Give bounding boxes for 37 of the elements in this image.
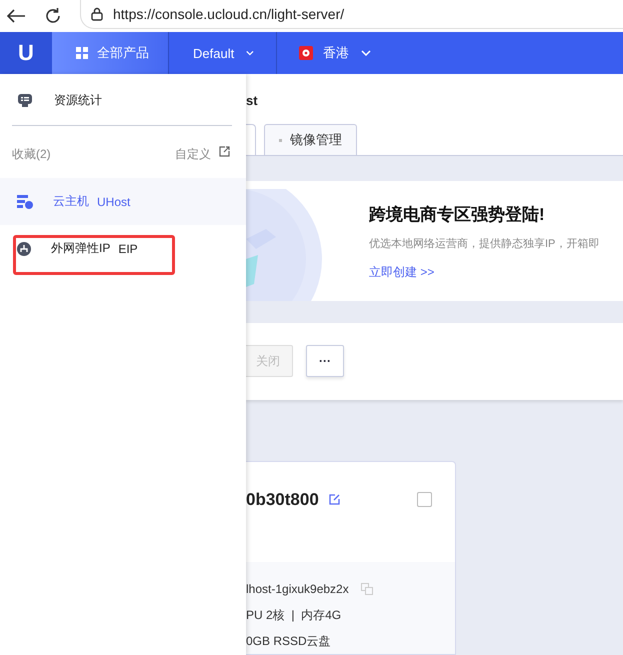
favorite-name: 云主机	[53, 193, 89, 210]
instance-id: lhost-1gixuk9ebz2x	[246, 582, 349, 596]
banner-description: 优选本地网络运营商，提供静态独享IP，开箱即	[369, 236, 600, 252]
network-icon	[17, 242, 31, 256]
monitor-icon	[18, 94, 32, 107]
favorites-label: 收藏(2)	[12, 146, 51, 163]
chevron-down-icon	[361, 50, 371, 56]
reload-icon[interactable]	[44, 7, 62, 25]
favorite-item[interactable]: 云主机 UHost	[0, 178, 246, 225]
favorite-code: EIP	[118, 242, 138, 256]
favorite-name: 外网弹性IP	[51, 240, 110, 257]
page-title: st	[246, 93, 259, 108]
server-icon	[17, 194, 33, 208]
disk-text: 0GB RSSD云盘	[246, 632, 332, 650]
banner-title: 跨境电商专区强势登陆!	[369, 204, 546, 226]
logo[interactable]: U	[0, 32, 52, 74]
all-products-button[interactable]: 全部产品	[52, 32, 169, 74]
chevron-down-icon	[246, 50, 254, 56]
more-button[interactable]: ···	[306, 345, 344, 378]
create-link[interactable]: 立即创建 >>	[369, 264, 434, 282]
favorite-code: UHost	[97, 194, 130, 208]
grid-icon	[76, 47, 88, 59]
back-icon[interactable]	[6, 8, 26, 24]
server-name: 0b30t800	[246, 490, 319, 510]
checkbox[interactable]	[417, 492, 432, 507]
region-dropdown[interactable]: 香港	[277, 32, 393, 74]
address-bar[interactable]: https://console.ucloud.cn/light-server/	[80, 0, 623, 28]
url-text: https://console.ucloud.cn/light-server/	[113, 6, 344, 22]
favorite-item[interactable]: 外网弹性IP EIP	[0, 225, 246, 272]
spec-text: PU 2核 | 内存4G	[246, 606, 342, 624]
edit-icon[interactable]	[328, 494, 340, 505]
lock-icon	[91, 6, 103, 20]
external-link-icon[interactable]	[219, 146, 230, 157]
flag-icon	[299, 46, 313, 60]
customize-link[interactable]: 自定义	[175, 146, 211, 163]
menu-item[interactable]: 资源统计	[54, 92, 102, 109]
tab[interactable]: 镜像管理	[264, 124, 357, 156]
